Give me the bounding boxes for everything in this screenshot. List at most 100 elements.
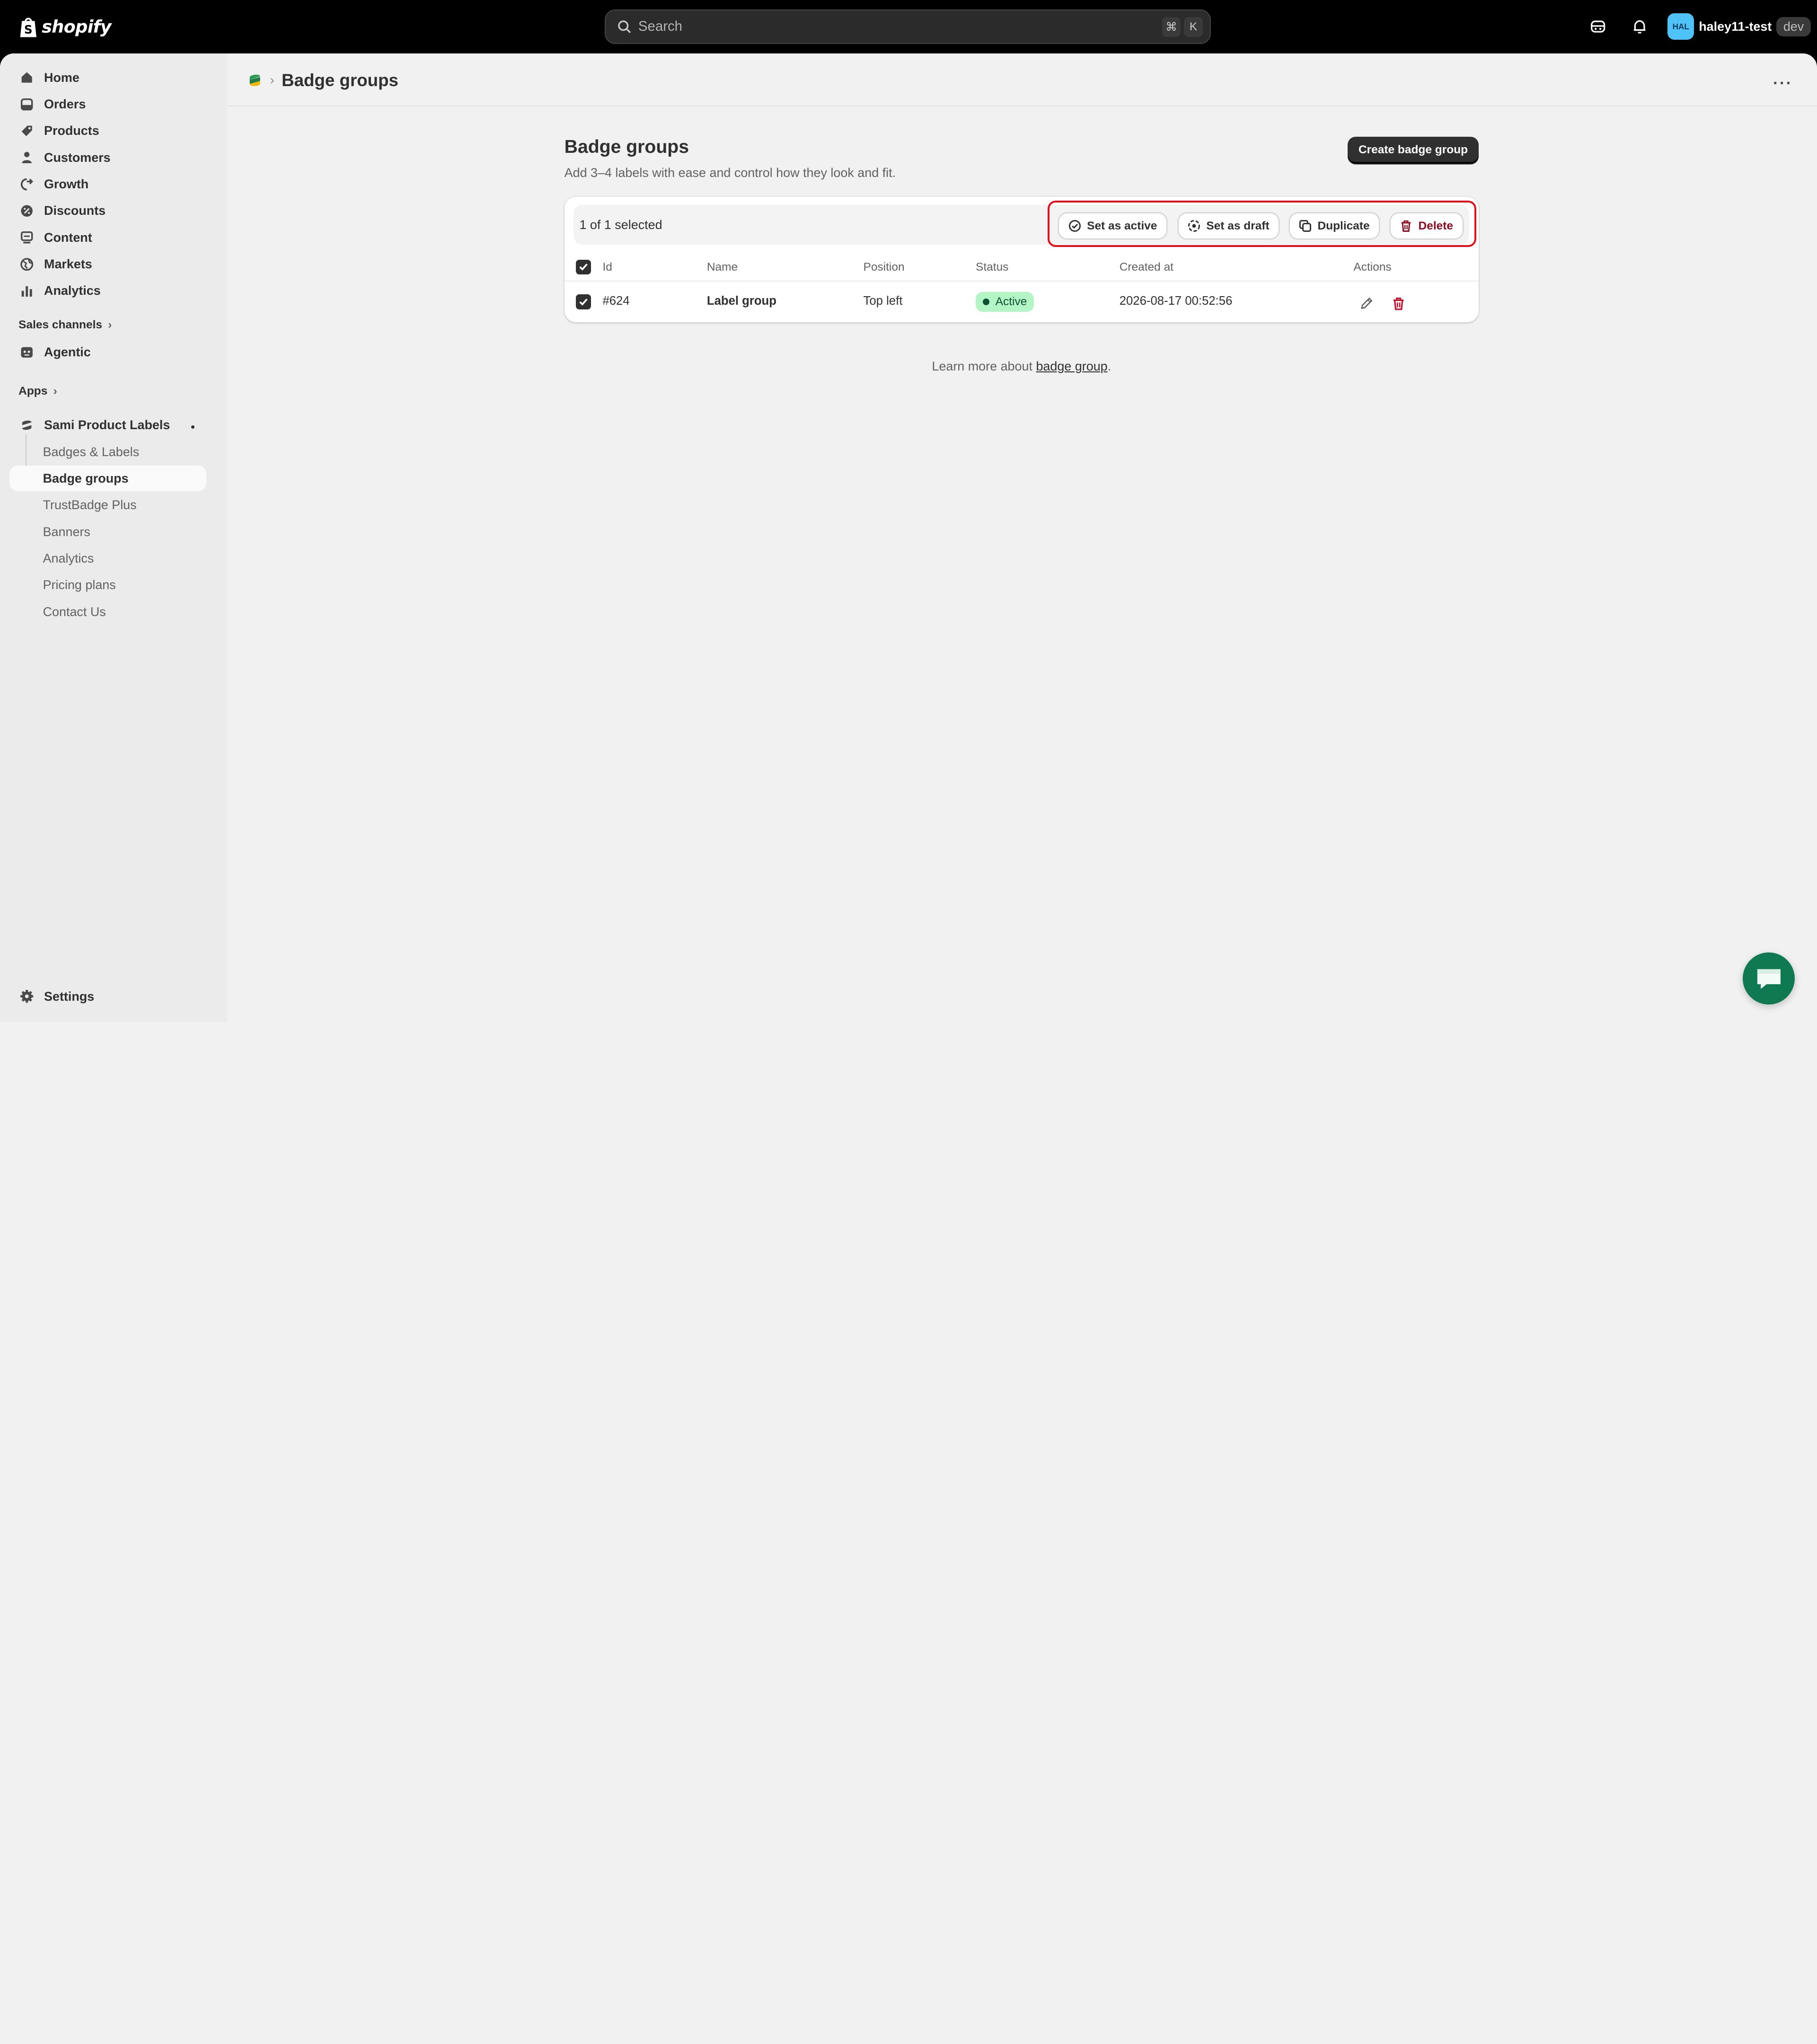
cell-id: #624 <box>602 294 630 308</box>
sidebar-item-label: Home <box>44 70 79 85</box>
set-active-button[interactable]: Set as active <box>1059 213 1166 239</box>
row-delete-trash-icon[interactable] <box>1392 294 1405 315</box>
content-icon <box>20 230 34 244</box>
sidebar-item-analytics[interactable]: Analytics <box>9 278 206 304</box>
sidebar-item-markets[interactable]: Markets <box>9 251 206 277</box>
sidebar-sub-label: Analytics <box>43 551 94 565</box>
sidebar-item-label: Content <box>44 230 92 245</box>
section-title: Badge groups <box>564 136 689 157</box>
app-logo-icon[interactable] <box>248 73 262 89</box>
sidebar-sub-contact-us[interactable]: Contact Us <box>9 599 206 625</box>
column-header-name[interactable]: Name <box>707 261 738 274</box>
logo-text: shopify <box>42 16 112 37</box>
sidebar-item-products[interactable]: Products <box>9 118 206 144</box>
sidebar-item-label: Markets <box>44 256 92 271</box>
search-bar[interactable]: Search ⌘ K <box>605 9 1211 44</box>
status-label: Active <box>995 295 1027 308</box>
column-header-id[interactable]: Id <box>602 261 612 274</box>
tag-icon <box>20 124 34 138</box>
trash-icon <box>1402 220 1411 232</box>
env-badge: dev <box>1776 17 1811 36</box>
column-header-status[interactable]: Status <box>976 261 1008 274</box>
sidebar-item-label: Sami Product Labels <box>44 418 170 432</box>
sidebar-item-label: Analytics <box>44 283 101 298</box>
cell-position: Top left <box>863 294 903 308</box>
sidebar: Home Orders Products Customers Growth Di… <box>0 53 227 1022</box>
sidebar-item-home[interactable]: Home <box>9 65 206 90</box>
chat-bubble-icon <box>1757 969 1781 989</box>
sidebar-item-label: Customers <box>44 150 111 165</box>
create-badge-group-button[interactable]: Create badge group <box>1348 136 1479 164</box>
top-bar: S shopify Search ⌘ K HAL haley11-test de… <box>0 0 1817 53</box>
apps-header[interactable]: Apps › <box>18 385 57 398</box>
badge-group-link[interactable]: badge group <box>1036 359 1107 373</box>
sidebar-sub-badges-labels[interactable]: Badges & Labels <box>9 439 206 465</box>
page-title: Badge groups <box>282 70 398 90</box>
sales-channels-header[interactable]: Sales channels › <box>18 318 112 332</box>
button-label: Set as draft <box>1206 219 1270 232</box>
status-dot-icon <box>982 298 990 306</box>
sidebar-item-customers[interactable]: Customers <box>9 145 206 170</box>
breadcrumb-chevron-icon: › <box>270 73 274 88</box>
sidebar-sub-label: Badge groups <box>43 471 129 485</box>
button-label: Set as active <box>1087 219 1157 232</box>
button-label: Delete <box>1418 219 1453 232</box>
sidebar-item-discounts[interactable]: Discounts <box>9 198 206 224</box>
sidebar-item-sami-product-labels[interactable]: Sami Product Labels <box>9 413 206 438</box>
sidebar-sub-banners[interactable]: Banners <box>9 519 206 545</box>
account-menu[interactable]: HAL haley11-test dev <box>1667 13 1811 41</box>
chevron-right-icon: › <box>108 318 112 332</box>
search-placeholder: Search <box>638 18 682 35</box>
avatar: HAL <box>1667 13 1694 40</box>
apps-label: Apps <box>18 385 48 398</box>
cell-created-at: 2026-08-17 00:52:56 <box>1119 294 1233 308</box>
learn-prefix: Learn more about <box>932 359 1036 374</box>
edit-pencil-icon[interactable] <box>1359 294 1373 315</box>
chat-button[interactable] <box>1743 952 1795 1005</box>
sidebar-sub-pricing-plans[interactable]: Pricing plans <box>9 573 206 598</box>
sidebar-item-agentic[interactable]: Agentic <box>9 340 206 365</box>
svg-text:S: S <box>24 23 33 36</box>
duplicate-button[interactable]: Duplicate <box>1289 213 1379 239</box>
bell-icon[interactable] <box>1629 16 1650 37</box>
sidebar-item-label: Settings <box>44 989 95 1004</box>
shopify-logo[interactable]: S shopify <box>18 14 112 39</box>
select-all-checkbox[interactable] <box>576 259 591 275</box>
sidebar-item-orders[interactable]: Orders <box>9 91 206 117</box>
sidebar-item-growth[interactable]: Growth <box>9 171 206 197</box>
column-header-position[interactable]: Position <box>864 261 905 274</box>
shortcut-cmd-key: ⌘ <box>1162 17 1181 37</box>
sidebar-sub-analytics[interactable]: Analytics <box>9 546 206 571</box>
sidebar-sub-label: Contact Us <box>43 604 106 619</box>
sidebar-sub-label: TrustBadge Plus <box>43 498 137 512</box>
sidebar-sub-label: Banners <box>43 524 90 539</box>
discount-icon <box>20 204 34 218</box>
button-label: Duplicate <box>1317 219 1370 232</box>
more-actions-icon[interactable]: ··· <box>1773 74 1793 93</box>
sidebar-sub-label: Badges & Labels <box>43 444 140 459</box>
checkmark-icon <box>579 264 588 271</box>
search-icon <box>618 20 631 33</box>
row-checkbox[interactable] <box>576 294 591 309</box>
sidebar-item-label: Products <box>44 123 99 138</box>
globe-icon <box>20 257 34 271</box>
column-header-created-at[interactable]: Created at <box>1120 261 1173 274</box>
page-header: › Badge groups ··· <box>227 53 1817 107</box>
delete-button[interactable]: Delete <box>1390 213 1463 239</box>
checkmark-icon <box>579 299 588 306</box>
sidebar-sub-label: Pricing plans <box>43 578 116 592</box>
cell-name[interactable]: Label group <box>707 294 776 308</box>
bar-chart-icon <box>20 284 34 298</box>
learn-more-text: Learn more about badge group. <box>565 359 1479 374</box>
gear-icon <box>20 989 34 1003</box>
sidebar-sub-trustbadge-plus[interactable]: TrustBadge Plus <box>9 493 206 518</box>
status-badge: Active <box>976 292 1034 312</box>
sidebar-sub-badge-groups[interactable]: Badge groups <box>9 466 206 492</box>
sidebar-item-settings[interactable]: Settings <box>9 984 206 1009</box>
store-name: haley11-test <box>1699 19 1772 34</box>
sidebar-item-content[interactable]: Content <box>9 225 206 250</box>
set-draft-button[interactable]: Set as draft <box>1178 213 1279 239</box>
sidebar-item-label: Orders <box>44 97 86 111</box>
sidekick-icon[interactable] <box>1588 16 1608 37</box>
selection-count: 1 of 1 selected <box>579 218 662 232</box>
